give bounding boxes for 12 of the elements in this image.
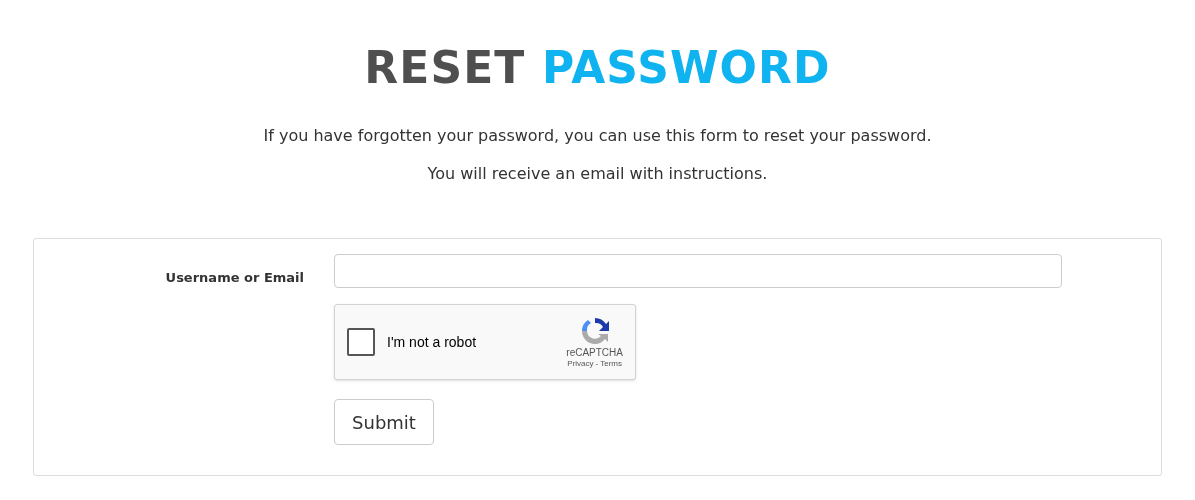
intro-text: If you have forgotten your password, you can use this form to reset your password.: [263, 125, 932, 147]
username-label: Username or Email: [165, 269, 304, 287]
submit-button[interactable]: Submit: [334, 399, 434, 445]
privacy-link[interactable]: Privacy: [567, 359, 594, 369]
terms-link[interactable]: Terms: [600, 359, 622, 369]
intro-text: You will receive an email with instructions.: [427, 163, 768, 185]
username-field[interactable]: [334, 254, 1062, 288]
link-separator: -: [595, 359, 599, 369]
captcha-label: I'm not a robot: [387, 332, 477, 352]
captcha-brand: reCAPTCHA: [566, 347, 623, 359]
captcha-checkbox[interactable]: [347, 328, 375, 356]
page-title: RESET PASSWORD: [364, 42, 831, 94]
